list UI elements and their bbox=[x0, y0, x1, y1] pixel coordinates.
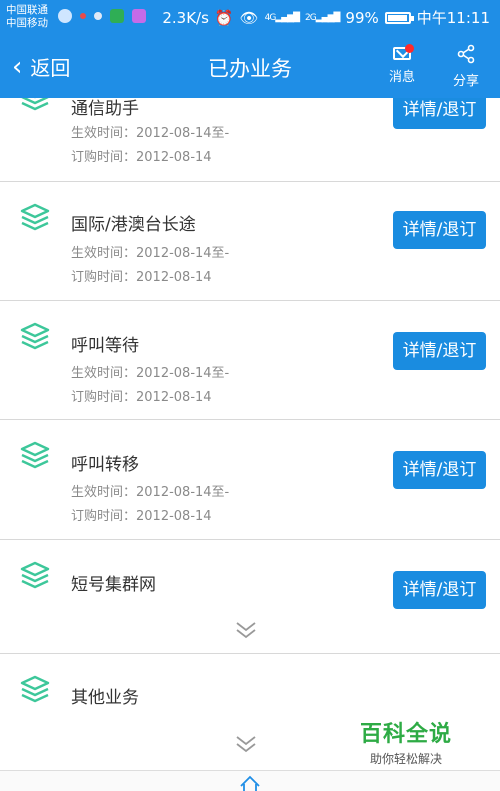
service-list: 通信助手 生效时间：2012-08-14至- 订购时间：2012-08-14 详… bbox=[0, 98, 500, 770]
detail-unsubscribe-button[interactable]: 详情/退订 bbox=[393, 98, 486, 129]
notification-dot-icon bbox=[80, 13, 86, 19]
app-icon bbox=[94, 12, 102, 20]
messages-button[interactable]: 消息 bbox=[384, 44, 420, 85]
unread-badge bbox=[405, 44, 414, 53]
layers-icon bbox=[20, 441, 50, 469]
detail-unsubscribe-button[interactable]: 详情/退订 bbox=[393, 451, 486, 489]
net1-label: 4G bbox=[264, 12, 277, 23]
clock: 中午11:11 bbox=[416, 9, 490, 27]
effective-time: 生效时间：2012-08-14至- bbox=[71, 246, 230, 261]
service-name: 国际/港澳台长途 bbox=[71, 215, 196, 235]
watermark: 百科全说 助你轻松解决 bbox=[360, 716, 452, 767]
china-mobile-icon bbox=[110, 9, 124, 23]
list-item: 短号集群网 详情/退订 bbox=[0, 540, 500, 654]
layers-icon bbox=[20, 203, 50, 231]
alarm-icon: ⏰ bbox=[214, 8, 234, 27]
layers-icon bbox=[20, 322, 50, 350]
effective-time: 生效时间：2012-08-14至- bbox=[71, 366, 230, 381]
signal-1: 4G▂▄▆█ bbox=[264, 12, 300, 23]
order-time: 订购时间：2012-08-14 bbox=[71, 150, 212, 165]
order-time: 订购时间：2012-08-14 bbox=[71, 390, 212, 405]
service-name: 呼叫等待 bbox=[71, 336, 139, 356]
service-name: 其他业务 bbox=[71, 688, 139, 708]
service-name: 通信助手 bbox=[71, 99, 139, 119]
service-name: 短号集群网 bbox=[71, 575, 156, 595]
weather-icon bbox=[58, 9, 72, 23]
watermark-subtitle: 助你轻松解决 bbox=[370, 752, 443, 766]
list-item: 呼叫等待 生效时间：2012-08-14至- 订购时间：2012-08-14 详… bbox=[0, 301, 500, 420]
layers-icon bbox=[20, 561, 50, 589]
order-time: 订购时间：2012-08-14 bbox=[71, 509, 212, 524]
detail-unsubscribe-button[interactable]: 详情/退订 bbox=[393, 211, 486, 249]
watermark-title: 百科全说 bbox=[360, 722, 453, 747]
messages-label: 消息 bbox=[388, 70, 415, 85]
service-name: 呼叫转移 bbox=[71, 455, 139, 475]
service-dates: 生效时间：2012-08-14至- 订购时间：2012-08-14 bbox=[71, 481, 229, 529]
service-dates: 生效时间：2012-08-14至- 订购时间：2012-08-14 bbox=[71, 242, 229, 290]
layers-icon bbox=[21, 98, 49, 111]
share-button[interactable]: 分享 bbox=[448, 44, 484, 89]
notification-icons bbox=[58, 9, 146, 23]
layers-icon bbox=[20, 675, 50, 703]
service-dates: 生效时间：2012-08-14至- 订购时间：2012-08-14 bbox=[71, 122, 229, 170]
bottom-nav bbox=[0, 770, 500, 791]
detail-unsubscribe-button[interactable]: 详情/退订 bbox=[393, 571, 486, 609]
carrier-1: 中国联通 bbox=[6, 4, 48, 16]
list-item: 呼叫转移 生效时间：2012-08-14至- 订购时间：2012-08-14 详… bbox=[0, 420, 500, 540]
page-title: 已办业务 bbox=[208, 57, 292, 81]
effective-time: 生效时间：2012-08-14至- bbox=[71, 485, 230, 500]
signal-2: 2G▂▄▆█ bbox=[305, 12, 340, 23]
eye-icon: 👁 bbox=[239, 8, 259, 27]
battery-icon bbox=[384, 11, 414, 24]
share-label: 分享 bbox=[452, 74, 479, 89]
network-speed: 2.3K/s bbox=[162, 8, 209, 27]
carrier-2: 中国移动 bbox=[6, 17, 48, 29]
status-bar: 中国联通 中国移动 2.3K/s ⏰ 👁 4G▂▄▆█ 2G▂▄▆█ 99% 中… bbox=[0, 0, 500, 36]
share-icon bbox=[457, 44, 475, 64]
list-item: 国际/港澳台长途 生效时间：2012-08-14至- 订购时间：2012-08-… bbox=[0, 182, 500, 301]
expand-chevron-icon[interactable] bbox=[235, 620, 257, 640]
detail-unsubscribe-button[interactable]: 详情/退订 bbox=[393, 332, 486, 370]
expand-chevron-icon[interactable] bbox=[235, 734, 257, 754]
effective-time: 生效时间：2012-08-14至- bbox=[71, 126, 230, 141]
system-indicators: 2.3K/s ⏰ 👁 4G▂▄▆█ 2G▂▄▆█ 99% 中午11:11 bbox=[162, 7, 490, 28]
app-bar: ‹ 返回 已办业务 消息 分享 bbox=[0, 36, 500, 98]
app-store-icon bbox=[132, 9, 146, 23]
battery-percent: 99% bbox=[345, 8, 379, 27]
carrier-info: 中国联通 中国移动 bbox=[6, 4, 48, 30]
net2-label: 2G bbox=[305, 12, 317, 23]
order-time: 订购时间：2012-08-14 bbox=[71, 270, 212, 285]
list-item: 通信助手 生效时间：2012-08-14至- 订购时间：2012-08-14 详… bbox=[0, 98, 500, 182]
service-dates: 生效时间：2012-08-14至- 订购时间：2012-08-14 bbox=[71, 362, 229, 410]
home-icon[interactable] bbox=[238, 774, 262, 791]
